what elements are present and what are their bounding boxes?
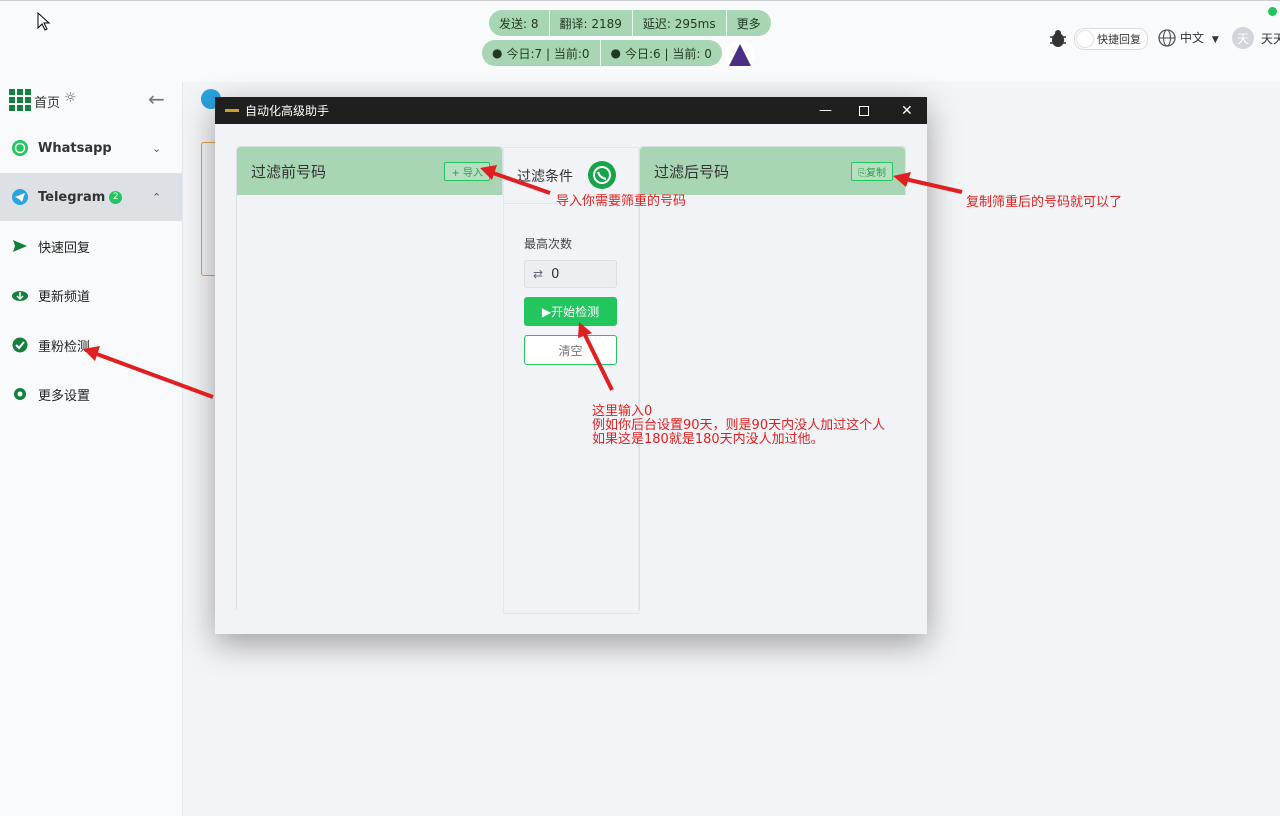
online-status-dot <box>1268 7 1277 16</box>
stat-latency: 延迟: 295ms <box>633 10 727 36</box>
max-count-value: 0 <box>551 266 560 282</box>
close-button[interactable]: ✕ <box>901 103 913 119</box>
sidebar-item-label: 快速回复 <box>38 240 91 256</box>
right-panel: 过滤后号码 ⎘复制 <box>639 146 907 613</box>
stats-bar-bottom: ● 今日:7 | 当前:0 ● 今日:6 | 当前: 0 <box>482 40 722 66</box>
telegram-icon <box>10 187 30 207</box>
toggle-knob <box>1077 31 1093 47</box>
wizard-avatar[interactable] <box>725 40 755 70</box>
copy-icon: ⎘ <box>858 167 866 179</box>
sidebar-item-label: 更多设置 <box>38 388 91 404</box>
stat-sent: 发送: 8 <box>489 10 550 36</box>
max-count-input[interactable]: ⇄ 0 <box>524 260 617 288</box>
repeat-icon: ⇄ <box>533 267 544 281</box>
language-select[interactable]: 中文 ▼ <box>1180 29 1219 46</box>
numbers-after-output[interactable] <box>640 195 907 613</box>
user-icon: ● <box>492 46 503 60</box>
start-check-button[interactable]: ▶开始检测 <box>524 297 617 326</box>
whatsapp-icon <box>10 138 30 158</box>
dialog-title: 自动化高级助手 <box>245 104 330 118</box>
grid-icon <box>9 89 31 111</box>
filter-conditions-title: 过滤条件 <box>517 169 573 185</box>
sidebar-item-duplicate-check[interactable]: 重粉检测 <box>0 321 182 369</box>
telegram-badge: 2 <box>109 190 123 204</box>
more-button[interactable]: 更多 <box>727 10 771 36</box>
input-annotation-line3: 如果这是180就是180天内没人加过他。 <box>592 432 824 447</box>
sidebar-item-label: 更新频道 <box>38 289 91 305</box>
minimize-button[interactable]: — <box>819 103 832 118</box>
cloud-download-icon <box>10 285 30 305</box>
sidebar-item-telegram[interactable]: Telegram 2 ⌃ <box>0 173 182 221</box>
whatsapp-logo-icon <box>588 161 616 189</box>
check-circle-icon <box>10 335 30 355</box>
globe-icon[interactable] <box>1157 28 1177 48</box>
automation-dialog: 自动化高级助手 — ✕ 过滤前号码 + 导入 过滤条件 最高次数 ⇄ 0 ▶开始… <box>215 97 927 634</box>
copy-annotation: 复制筛重后的号码就可以了 <box>966 195 1123 210</box>
input-annotation: 这里输入0 例如你后台设置90天，则是90天内没人加过这个人 如果这是180就是… <box>592 405 885 447</box>
numbers-before-input[interactable] <box>237 195 504 613</box>
maximize-button[interactable] <box>859 105 869 116</box>
collapse-arrow-icon[interactable]: ← <box>148 87 165 111</box>
right-panel-header: 过滤后号码 ⎘复制 <box>640 147 905 195</box>
chat-icon: ● <box>610 46 621 60</box>
caret-down-icon: ▼ <box>1211 35 1219 45</box>
background-card <box>201 142 216 276</box>
sidebar-item-label: 重粉检测 <box>38 339 91 355</box>
copy-button-label: 复制 <box>866 167 886 179</box>
language-label: 中文 <box>1180 31 1205 45</box>
chevron-up-icon: ⌃ <box>152 190 162 204</box>
user-avatar[interactable]: 天 <box>1232 27 1254 49</box>
home-link[interactable]: 首页 <box>34 92 60 111</box>
left-panel-header: 过滤前号码 + 导入 <box>237 147 502 195</box>
send-icon <box>10 236 30 256</box>
max-count-label: 最高次数 <box>524 237 573 251</box>
left-panel-title: 过滤前号码 <box>251 162 327 181</box>
top-border <box>0 0 1280 1</box>
sidebar-item-more-settings[interactable]: 更多设置 <box>0 370 182 418</box>
import-button[interactable]: + 导入 <box>444 161 490 181</box>
stat-translate: 翻译: 2189 <box>550 10 633 36</box>
theme-sun-icon[interactable]: ☼ <box>64 90 77 106</box>
mouse-cursor-icon <box>37 12 51 31</box>
left-panel: 过滤前号码 + 导入 <box>236 146 504 613</box>
dialog-titlebar: 自动化高级助手 — ✕ <box>215 97 927 124</box>
sidebar-item-update-channel[interactable]: 更新频道 <box>0 271 182 319</box>
clear-button[interactable]: 清空 <box>524 335 617 365</box>
filter-conditions-panel <box>503 147 639 614</box>
right-panel-title: 过滤后号码 <box>654 162 730 181</box>
quick-reply-toggle[interactable]: 快捷回复 <box>1074 28 1148 50</box>
input-annotation-line1: 这里输入0 <box>592 404 653 419</box>
user-name[interactable]: 天天 <box>1261 30 1280 47</box>
gear-icon <box>10 384 30 404</box>
sidebar-item-label: Telegram <box>38 189 106 205</box>
sidebar-item-label: Whatsapp <box>38 140 112 156</box>
input-annotation-line2: 例如你后台设置90天，则是90天内没人加过这个人 <box>592 418 886 433</box>
import-annotation: 导入你需要筛重的号码 <box>556 194 687 209</box>
sidebar-item-quick-reply[interactable]: 快速回复 <box>0 222 182 270</box>
app-logo-icon <box>225 109 239 112</box>
bug-icon[interactable] <box>1048 28 1068 48</box>
sidebar-item-whatsapp[interactable]: Whatsapp ⌄ <box>0 124 182 172</box>
chevron-down-icon: ⌄ <box>152 141 162 155</box>
stat-users-today: ● 今日:7 | 当前:0 <box>482 40 601 66</box>
stats-bar-top: 发送: 8 翻译: 2189 延迟: 295ms 更多 <box>489 10 771 36</box>
copy-button[interactable]: ⎘复制 <box>851 161 893 181</box>
stat-chats-today: ● 今日:6 | 当前: 0 <box>610 46 712 61</box>
quick-reply-label: 快捷回复 <box>1097 33 1141 46</box>
